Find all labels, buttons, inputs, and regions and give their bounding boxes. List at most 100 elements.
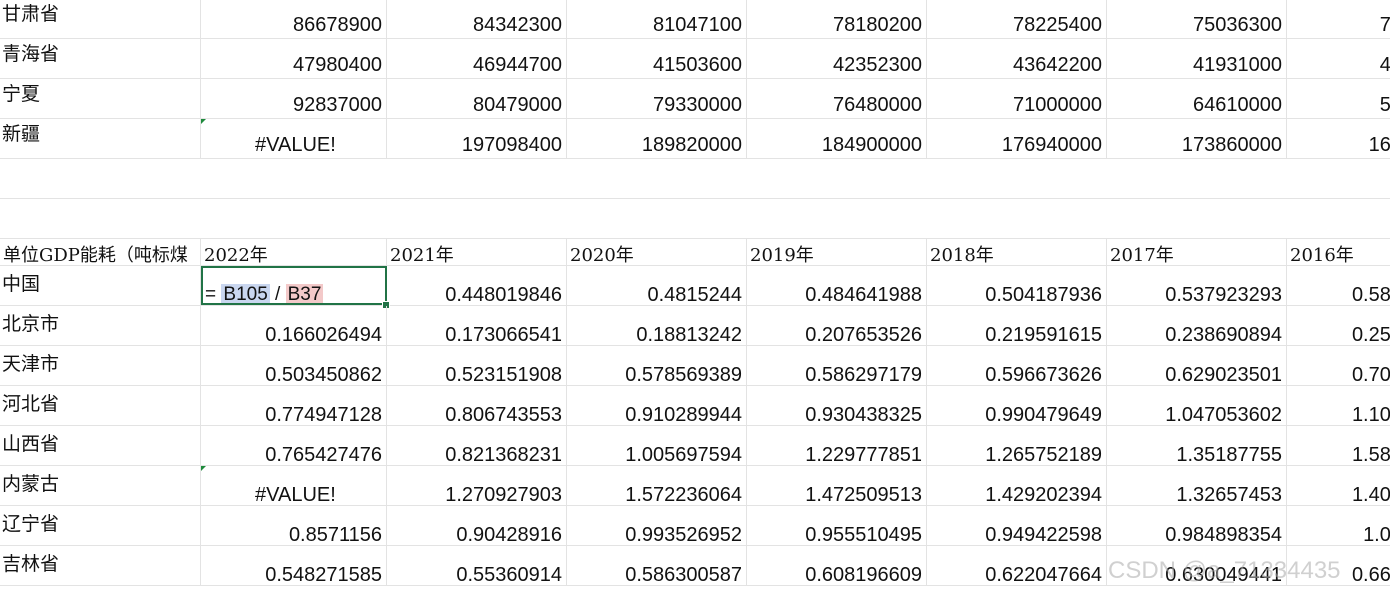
data-cell[interactable]: 0.629023501 — [1107, 346, 1287, 385]
data-cell[interactable]: 189820000 — [567, 119, 747, 158]
data-cell[interactable]: 0.504187936 — [927, 266, 1107, 305]
data-cell[interactable]: 79330000 — [567, 79, 747, 118]
data-cell[interactable]: 64610000 — [1107, 79, 1287, 118]
data-cell[interactable]: 0.990479649 — [927, 386, 1107, 425]
row-label-cell[interactable]: 吉林省 — [0, 546, 201, 585]
data-cell[interactable]: 0.55360914 — [387, 546, 567, 585]
data-cell[interactable]: 184900000 — [747, 119, 927, 158]
data-cell[interactable]: 0.910289944 — [567, 386, 747, 425]
row-label-cell[interactable]: 内蒙古 — [0, 466, 201, 505]
data-cell[interactable]: 0.219591615 — [927, 306, 1107, 345]
year-header-cell[interactable]: 2018年 — [927, 239, 1107, 265]
year-header-cell[interactable]: 2019年 — [747, 239, 927, 265]
year-header-cell[interactable]: 2016年 — [1287, 239, 1390, 265]
data-cell[interactable]: 0.984898354 — [1107, 506, 1287, 545]
year-header-cell[interactable]: 2020年 — [567, 239, 747, 265]
data-cell[interactable]: 1.02 — [1287, 506, 1390, 545]
row-label-cell[interactable]: 新疆 — [0, 119, 201, 158]
data-cell[interactable]: 78180200 — [747, 0, 927, 38]
data-cell[interactable]: 0.207653526 — [747, 306, 927, 345]
data-cell[interactable]: 47980400 — [201, 39, 387, 78]
data-cell[interactable]: 0.596673626 — [927, 346, 1107, 385]
data-cell[interactable]: 0.993526952 — [567, 506, 747, 545]
data-cell[interactable]: 197098400 — [387, 119, 567, 158]
data-cell[interactable]: 0.8571156 — [201, 506, 387, 545]
data-cell[interactable]: 0.949422598 — [927, 506, 1107, 545]
data-cell[interactable]: 176940000 — [927, 119, 1107, 158]
data-cell[interactable]: 71000000 — [927, 79, 1107, 118]
table-title-cell[interactable]: 单位GDP能耗（吨标煤 — [0, 239, 201, 265]
data-cell[interactable]: 86678900 — [201, 0, 387, 38]
data-cell[interactable]: 0.4815244 — [567, 266, 747, 305]
data-cell[interactable]: 0.448019846 — [387, 266, 567, 305]
data-cell[interactable]: 0.578569389 — [567, 346, 747, 385]
data-cell[interactable]: 46944700 — [387, 39, 567, 78]
data-cell[interactable]: 78225400 — [927, 0, 1107, 38]
data-cell[interactable]: 76480000 — [747, 79, 927, 118]
data-cell[interactable]: 41 — [1287, 39, 1390, 78]
row-label-cell[interactable]: 河北省 — [0, 386, 201, 425]
data-cell[interactable]: 0.166026494 — [201, 306, 387, 345]
data-cell[interactable]: 72 — [1287, 0, 1390, 38]
row-label-cell[interactable]: 天津市 — [0, 346, 201, 385]
data-cell[interactable]: 55 — [1287, 79, 1390, 118]
data-cell[interactable]: 1.429202394 — [927, 466, 1107, 505]
data-cell[interactable]: 0.238690894 — [1107, 306, 1287, 345]
data-cell[interactable]: 1.35187755 — [1107, 426, 1287, 465]
data-cell[interactable]: 81047100 — [567, 0, 747, 38]
data-cell[interactable]: 43642200 — [927, 39, 1107, 78]
data-cell[interactable]: 0.18813242 — [567, 306, 747, 345]
row-label-cell[interactable]: 辽宁省 — [0, 506, 201, 545]
data-cell[interactable]: 1.588 — [1287, 426, 1390, 465]
data-cell[interactable]: 1.229777851 — [747, 426, 927, 465]
row-label-cell[interactable]: 宁夏 — [0, 79, 201, 118]
data-cell[interactable]: 0.955510495 — [747, 506, 927, 545]
error-cell[interactable]: #VALUE! — [201, 119, 387, 158]
data-cell[interactable]: 0.523151908 — [387, 346, 567, 385]
data-cell[interactable]: 41503600 — [567, 39, 747, 78]
data-cell[interactable]: 80479000 — [387, 79, 567, 118]
row-label-cell[interactable]: 中国 — [0, 266, 201, 305]
row-label-cell[interactable]: 山西省 — [0, 426, 201, 465]
row-label-cell[interactable]: 甘肃省 — [0, 0, 201, 38]
year-header-cell[interactable]: 2022年 — [201, 239, 387, 265]
data-cell[interactable]: 0.806743553 — [387, 386, 567, 425]
year-header-cell[interactable]: 2017年 — [1107, 239, 1287, 265]
data-cell[interactable]: 0.257 — [1287, 306, 1390, 345]
data-cell[interactable]: 84342300 — [387, 0, 567, 38]
data-cell[interactable]: 1.104 — [1287, 386, 1390, 425]
data-cell[interactable]: 0.608196609 — [747, 546, 927, 585]
data-cell[interactable]: 1.572236064 — [567, 466, 747, 505]
data-cell[interactable]: 1.270927903 — [387, 466, 567, 505]
row-label-cell[interactable]: 北京市 — [0, 306, 201, 345]
error-cell[interactable]: #VALUE! — [201, 466, 387, 505]
data-cell[interactable]: 0.586300587 — [567, 546, 747, 585]
formula-ref-b37[interactable]: B37 — [285, 284, 324, 305]
data-cell[interactable]: 0.774947128 — [201, 386, 387, 425]
data-cell[interactable]: 173860000 — [1107, 119, 1287, 158]
data-cell[interactable]: 0.765427476 — [201, 426, 387, 465]
data-cell[interactable]: 1.047053602 — [1107, 386, 1287, 425]
data-cell[interactable]: 75036300 — [1107, 0, 1287, 38]
data-cell[interactable]: 0.548271585 — [201, 546, 387, 585]
data-cell[interactable]: 0.703 — [1287, 346, 1390, 385]
data-cell[interactable]: 41931000 — [1107, 39, 1287, 78]
data-cell[interactable]: 1.400 — [1287, 466, 1390, 505]
formula-cell-selected[interactable]: = B105 / B37 — [201, 266, 390, 309]
data-cell[interactable]: 0.930438325 — [747, 386, 927, 425]
data-cell[interactable]: 0.90428916 — [387, 506, 567, 545]
data-cell[interactable]: 92837000 — [201, 79, 387, 118]
data-cell[interactable]: 42352300 — [747, 39, 927, 78]
data-cell[interactable]: 0.173066541 — [387, 306, 567, 345]
row-label-cell[interactable]: 青海省 — [0, 39, 201, 78]
data-cell[interactable]: 1.265752189 — [927, 426, 1107, 465]
data-cell[interactable]: 0.586297179 — [747, 346, 927, 385]
data-cell[interactable]: 0.503450862 — [201, 346, 387, 385]
formula-ref-b105[interactable]: B105 — [221, 284, 270, 305]
data-cell[interactable]: 0.580 — [1287, 266, 1390, 305]
year-header-cell[interactable]: 2021年 — [387, 239, 567, 265]
data-cell[interactable]: 1.32657453 — [1107, 466, 1287, 505]
data-cell[interactable]: 0.484641988 — [747, 266, 927, 305]
data-cell[interactable]: 0.537923293 — [1107, 266, 1287, 305]
data-cell[interactable]: 1.472509513 — [747, 466, 927, 505]
